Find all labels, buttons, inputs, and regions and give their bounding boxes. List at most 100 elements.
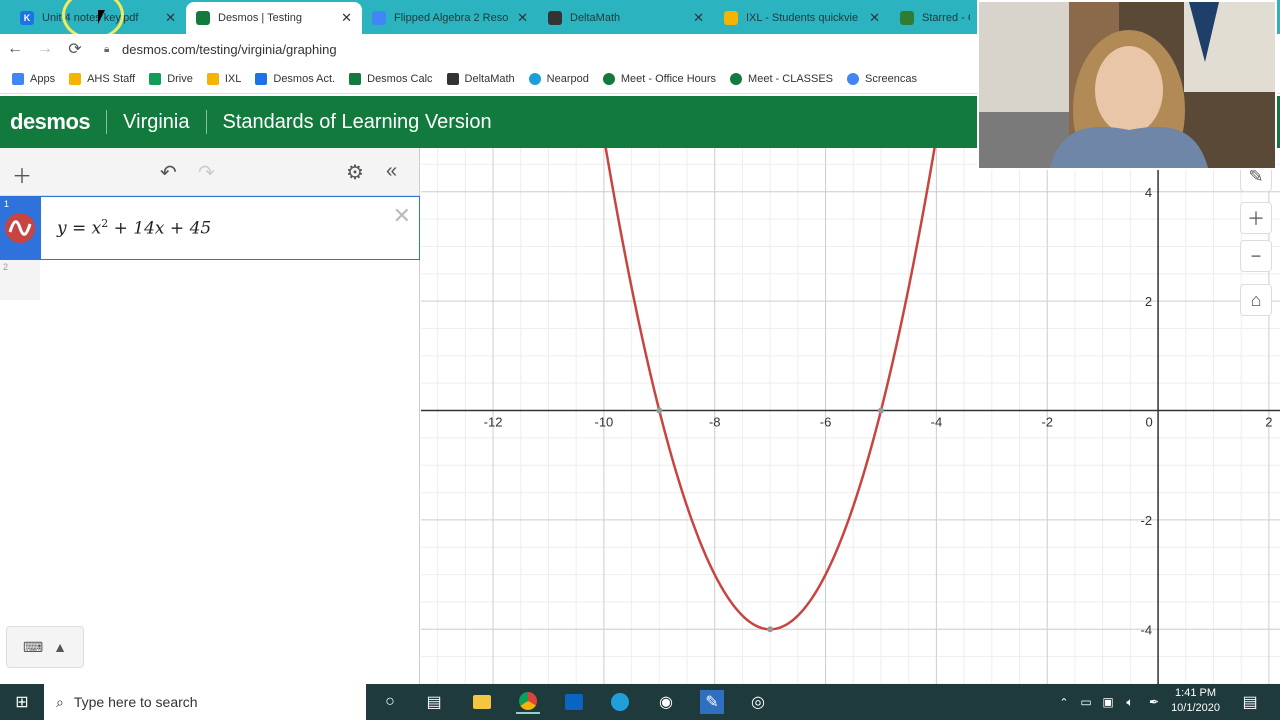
collapse-panel-icon[interactable]: « [386,160,397,183]
close-icon[interactable]: ✕ [869,10,880,26]
close-icon[interactable]: ✕ [341,10,352,26]
photos-icon[interactable]: ◉ [654,690,678,714]
bookmark-meet-office-hours[interactable]: Meet - Office Hours [602,72,717,85]
url-field[interactable]: desmos.com/testing/virginia/graphing [122,42,337,57]
tray-chevron-icon[interactable]: ⌃ [1052,690,1076,714]
expression-row-2[interactable]: 2 [0,260,40,300]
webcam-overlay [977,0,1277,170]
bookmark-label: Meet - CLASSES [748,72,834,85]
close-icon[interactable]: ✕ [693,10,704,26]
undo-icon[interactable]: ↶ [160,160,177,185]
bookmark-nearpod[interactable]: Nearpod [528,72,589,85]
bookmark-label: Nearpod [546,72,589,85]
redo-icon[interactable]: ↷ [198,160,215,185]
tray-device-icon[interactable]: ▭ [1074,690,1098,714]
windows-taskbar: ⊞ ⌕ Type here to search ○ ▤ ◉ ✎ ◎ ⌃ ▭ ▣ … [0,684,1280,720]
drive-favicon-icon [900,11,914,25]
expression-panel: ＋ ↶ ↷ ⚙ « 1 y = x2 + 14x + 45 ✕ 2 ⌨ ▲ [0,148,420,684]
whiteboard-icon[interactable]: ✎ [700,690,724,714]
bookmark-desmos-act[interactable]: Desmos Act. [255,72,336,85]
y-tick-label: -4 [1141,622,1153,637]
cortana-icon[interactable]: ○ [378,690,402,714]
bookmark-label: AHS Staff [87,72,136,85]
search-icon: ⌕ [56,693,64,710]
tab-deltamath[interactable]: DeltaMath ✕ [538,2,714,34]
bookmark-desmos-calc[interactable]: Desmos Calc [349,72,433,85]
desmos-logo: desmos [10,109,91,134]
x-tick-label: -4 [931,415,943,430]
bookmark-drive[interactable]: Drive [149,72,193,85]
ixl-icon [206,72,219,85]
tab-flipped-algebra[interactable]: Flipped Algebra 2 Reso ✕ [362,2,538,34]
bookmark-label: Desmos Act. [273,72,336,85]
windows-start-icon[interactable]: ⊞ [10,690,34,714]
deltamath-favicon-icon [548,11,562,25]
file-explorer-icon[interactable] [470,690,494,714]
bookmark-label: Apps [30,72,56,85]
curve-color-icon[interactable] [5,213,35,243]
graph-canvas[interactable]: -12 -10 -8 -6 -4 -2 0 2 4 2 -2 -4 [421,148,1280,684]
edge-icon[interactable] [608,690,632,714]
bookmark-ixl[interactable]: IXL [206,72,241,85]
drive-icon [149,72,162,85]
meet-icon [730,72,743,85]
close-icon[interactable]: ✕ [165,10,176,26]
bookmark-screencastify[interactable]: Screencas [847,72,917,85]
x-tick-label: -6 [820,415,832,430]
header-divider [106,110,108,134]
tab-title: Desmos | Testing [218,12,302,24]
x-tick-label: -10 [594,415,613,430]
x-tick-label: 0 [1145,415,1152,430]
task-view-icon[interactable]: ▤ [422,690,446,714]
bookmark-label: DeltaMath [464,72,515,85]
bookmark-label: Desmos Calc [367,72,433,85]
network-icon[interactable]: ▣ [1096,690,1120,714]
mouse-cursor-icon [98,10,105,24]
screencast-taskbar-icon[interactable]: ◎ [746,690,770,714]
close-icon[interactable]: ✕ [517,10,528,26]
bookmark-ahs-staff[interactable]: AHS Staff [69,72,136,85]
reload-icon[interactable]: ⟳ [60,39,90,59]
desmos-favicon-icon [196,11,210,25]
clock[interactable]: 1:41 PM 10/1/2020 [1171,686,1220,716]
nearpod-icon [528,72,541,85]
expression-gutter: 1 [1,197,41,259]
bookmark-meet-classes[interactable]: Meet - CLASSES [730,72,834,85]
presenter-video-image [979,2,1275,168]
ixl-favicon-icon [724,11,738,25]
forward-arrow-icon[interactable]: → [30,40,60,58]
pen-icon[interactable]: ✒ [1142,690,1166,714]
keyboard-toggle[interactable]: ⌨ ▲ [6,626,84,668]
expression-math[interactable]: y = x2 + 14x + 45 [57,217,211,239]
graph-paper[interactable]: -12 -10 -8 -6 -4 -2 0 2 4 2 -2 -4 ✎ ＋ − ⌂ [421,148,1280,684]
tab-title: IXL - Students quickvie [746,12,859,24]
bookmark-apps[interactable]: Apps [12,72,56,85]
expression-row-1[interactable]: 1 y = x2 + 14x + 45 ✕ [0,196,420,260]
taskbar-search[interactable]: ⌕ Type here to search [44,684,366,720]
bookmark-label: Meet - Office Hours [620,72,717,85]
clock-time: 1:41 PM [1175,687,1217,699]
x-tick-label: -8 [709,415,721,430]
point-vertex [767,626,774,633]
tab-ixl[interactable]: IXL - Students quickvie ✕ [714,2,890,34]
zoom-out-icon[interactable]: − [1240,240,1272,272]
zoom-in-icon[interactable]: ＋ [1240,202,1272,234]
header-divider [205,110,207,134]
notifications-icon[interactable]: ▤ [1238,690,1262,714]
docs-favicon-icon [372,11,386,25]
chrome-icon[interactable] [516,690,540,714]
tab-desmos[interactable]: Desmos | Testing ✕ [186,2,362,34]
x-tick-label: -12 [484,415,503,430]
delete-expression-icon[interactable]: ✕ [393,203,411,229]
tab-starred[interactable]: Starred - C [890,2,980,34]
volume-icon[interactable]: 🔈︎ [1118,690,1142,714]
bookmark-deltamath[interactable]: DeltaMath [446,72,515,85]
outlook-icon[interactable] [562,690,586,714]
expression-toolbar: ＋ ↶ ↷ ⚙ « [0,148,419,196]
expression-lhs: y = x [57,218,102,239]
meet-icon [602,72,615,85]
home-icon[interactable]: ⌂ [1240,284,1272,316]
add-item-icon[interactable]: ＋ [12,160,32,189]
back-arrow-icon[interactable]: ← [0,40,30,58]
gear-icon[interactable]: ⚙ [346,160,364,185]
